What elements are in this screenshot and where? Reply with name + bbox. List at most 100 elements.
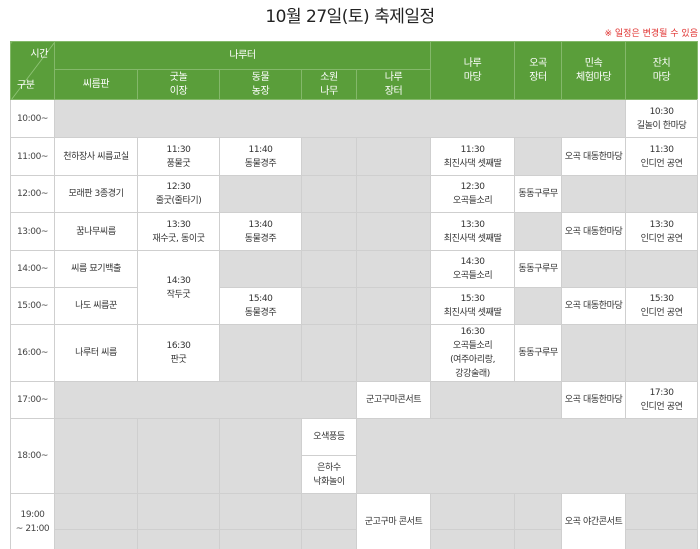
event-cell: 10:30 길놀이 한마당	[625, 99, 699, 138]
time-cell: 16:00~	[10, 324, 55, 382]
event-cell: 은하수 낙화놀이	[301, 455, 357, 494]
event-cell: 모래판 3종경기	[54, 175, 138, 213]
header-ogokjangteo: 오곡 장터	[514, 41, 563, 100]
event-cell: 16:30 판굿	[137, 324, 220, 382]
time-cell: 13:00~	[10, 212, 55, 251]
empty-cell	[355, 212, 432, 251]
header-narujangteo: 나루 장터	[355, 69, 432, 100]
schedule-change-note: ※ 일정은 변경될 수 있음	[604, 29, 698, 39]
table-row: 14:00~ 씨름 묘기백출 14:30 작두굿 14:30 오곡들소리 동동구루무	[10, 250, 699, 325]
event-cell: 13:30 인디언 공연	[625, 212, 699, 251]
empty-cell	[301, 529, 357, 549]
empty-cell	[54, 418, 138, 494]
empty-cell	[355, 287, 432, 325]
event-cell: 군고구마콘서트	[355, 381, 432, 419]
event-cell: 오색풍등	[301, 418, 357, 456]
empty-cell	[514, 212, 563, 251]
event-cell: 오곡 대동한마당	[561, 212, 627, 251]
header-narumadang: 나루 마당	[430, 41, 516, 100]
header-gut: 굿놀 이장	[137, 69, 220, 100]
empty-cell	[137, 529, 220, 549]
header-folk: 민속 체험마당	[561, 41, 627, 100]
header-group: 구분	[17, 80, 35, 91]
time-cell: 14:00~	[10, 250, 55, 288]
empty-cell	[430, 381, 563, 419]
table-row: 18:00~ 오색풍등	[10, 418, 699, 494]
table-row: 16:00~ 나루터 씨름 16:30 판굿 16:30 오곡들소리 (여주아리랑, 강…	[10, 324, 699, 382]
event-cell: 천하장사 씨름교실	[54, 137, 138, 176]
empty-cell	[301, 287, 357, 325]
time-group-corner: 시간 구분	[10, 41, 55, 100]
empty-cell	[355, 175, 432, 213]
empty-cell	[54, 493, 138, 530]
time-cell: 19:00 ~ 21:00	[10, 493, 55, 549]
empty-cell	[219, 418, 302, 494]
festival-schedule-table: 시간 구분 나루터 나루 마당 오곡 장터 민속 체험마당 잔치 마당 씨름판 굿놀 이장…	[10, 41, 699, 549]
event-cell: 13:30 최진사댁 셋째딸	[430, 212, 516, 251]
event-cell: 13:30 재수굿, 동이굿	[137, 212, 220, 251]
table-row: 19:00 ~ 21:00 군고구마 콘서트 오곡 야간콘서트	[10, 493, 699, 549]
table-row: 17:00~ 군고구마콘서트 오곡 대동한마당 17:30 인디언 공연	[10, 381, 699, 419]
empty-cell	[219, 250, 302, 288]
event-cell: 꿈나무씨름	[54, 212, 138, 251]
table-row: 10:00~ 10:30 길놀이 한마당	[10, 99, 699, 138]
empty-cell	[301, 137, 357, 176]
empty-cell	[514, 529, 563, 549]
empty-cell	[219, 324, 302, 382]
event-cell: 오곡 대동한마당	[561, 287, 627, 325]
header-animal: 동물 농장	[219, 69, 302, 100]
event-cell: 11:30 최진사댁 셋째딸	[430, 137, 516, 176]
empty-cell	[561, 175, 627, 213]
empty-cell	[355, 250, 432, 288]
empty-cell	[625, 324, 699, 382]
event-cell: 15:30 최진사댁 셋째딸	[430, 287, 516, 325]
empty-cell	[219, 493, 302, 530]
event-cell: 11:30 인디언 공연	[625, 137, 699, 176]
header-time: 시간	[30, 49, 48, 60]
event-cell: 16:30 오곡들소리 (여주아리랑, 강강술래)	[430, 324, 516, 382]
empty-cell	[301, 493, 357, 530]
empty-cell	[301, 324, 357, 382]
event-cell: 나도 씨름꾼	[54, 287, 138, 325]
time-cell: 15:00~	[10, 287, 55, 325]
event-cell: 12:30 줄굿(줄타기)	[137, 175, 220, 213]
empty-cell	[514, 287, 563, 325]
event-cell: 오곡 대동한마당	[561, 137, 627, 176]
time-cell: 10:00~	[10, 99, 55, 138]
empty-cell	[514, 493, 563, 530]
time-cell: 12:00~	[10, 175, 55, 213]
empty-cell	[301, 250, 357, 288]
empty-cell	[54, 529, 138, 549]
empty-cell	[430, 493, 516, 530]
table-row: 15:00~ 나도 씨름꾼 15:40 동물경주 15:30 최진사댁 셋째딸 오곡…	[10, 287, 699, 325]
event-cell: 나루터 씨름	[54, 324, 138, 382]
empty-cell	[355, 324, 432, 382]
event-cell: 오곡 야간콘서트	[561, 493, 627, 549]
event-cell: 군고구마 콘서트	[355, 493, 432, 549]
empty-cell	[219, 529, 302, 549]
event-cell: 14:30 작두굿	[137, 250, 220, 325]
empty-cell	[430, 529, 516, 549]
event-cell: 동동구루무	[514, 175, 563, 213]
event-cell: 11:40 동물경주	[219, 137, 302, 176]
event-cell: 13:40 동물경주	[219, 212, 302, 251]
event-cell: 씨름 묘기백출	[54, 250, 138, 288]
empty-cell	[355, 418, 699, 494]
event-cell: 15:30 인디언 공연	[625, 287, 699, 325]
event-cell: 15:40 동물경주	[219, 287, 302, 325]
empty-cell	[625, 175, 699, 213]
event-cell: 동동구루무	[514, 324, 563, 382]
table-row: 13:00~ 꿈나무씨름 13:30 재수굿, 동이굿 13:40 동물경주 13:…	[10, 212, 699, 251]
empty-cell	[625, 529, 699, 549]
empty-cell	[561, 250, 627, 288]
event-cell: 동동구루무	[514, 250, 563, 288]
time-cell: 11:00~	[10, 137, 55, 176]
empty-cell	[53, 99, 627, 138]
empty-cell	[219, 175, 302, 213]
empty-cell	[625, 250, 699, 288]
table-row: 11:00~ 천하장사 씨름교실 11:30 풍물굿 11:40 동물경주 11:3…	[10, 137, 699, 176]
event-cell: 12:30 오곡들소리	[430, 175, 516, 213]
empty-cell	[561, 324, 627, 382]
empty-cell	[301, 175, 357, 213]
header-wish: 소원 나무	[301, 69, 357, 100]
